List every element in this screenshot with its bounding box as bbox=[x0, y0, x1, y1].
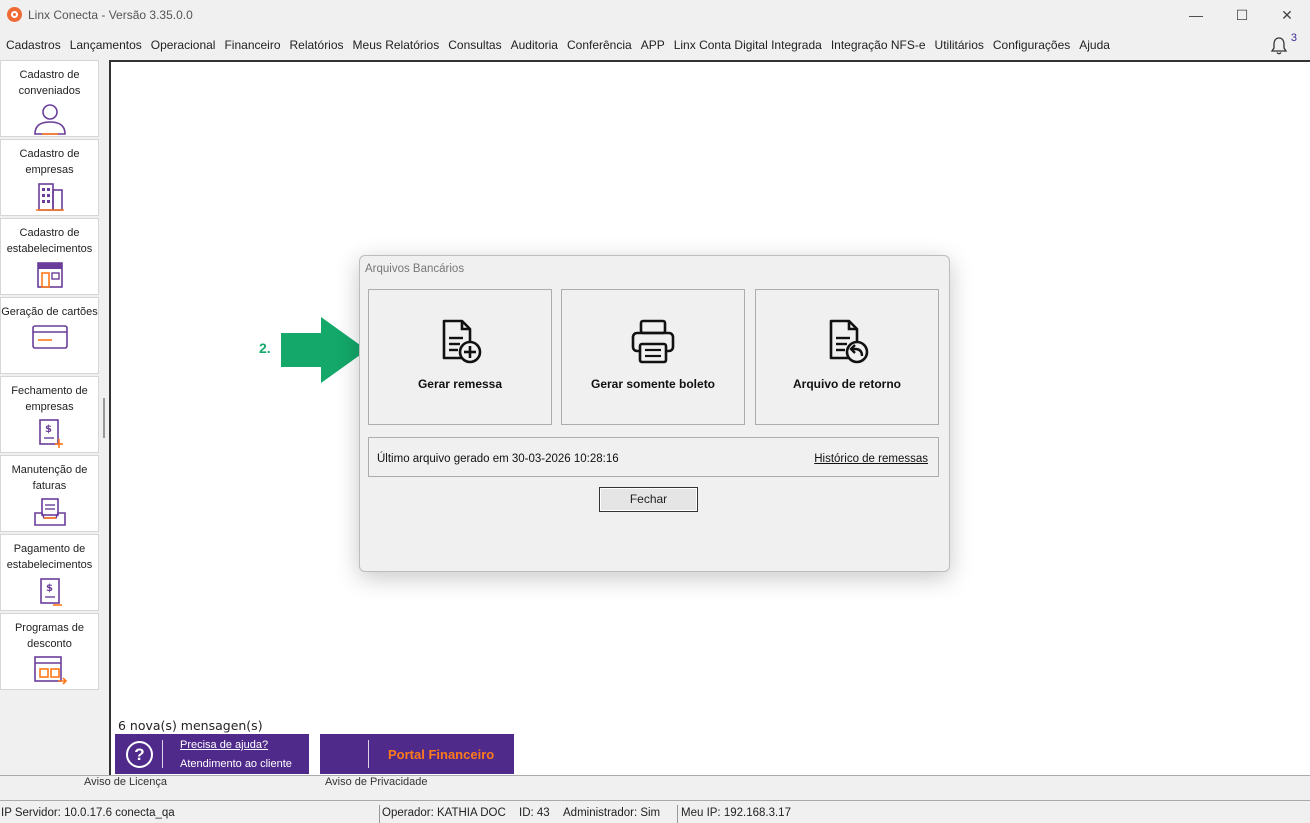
bank-files-dialog: Arquivos Bancários Gerar remessa Gerar s… bbox=[359, 255, 950, 572]
generate-boleto-only-button[interactable]: Gerar somente boleto bbox=[561, 289, 745, 425]
status-my-ip: Meu IP: 192.168.3.17 bbox=[681, 807, 791, 819]
close-dialog-button[interactable]: Fechar bbox=[599, 487, 698, 512]
status-bar: IP Servidor: 10.0.17.6 conecta_qa Operad… bbox=[0, 805, 1310, 823]
close-window-button[interactable]: ✕ bbox=[1264, 0, 1310, 30]
return-file-button[interactable]: Arquivo de retorno bbox=[755, 289, 939, 425]
sidebar-item-pagamento-estabelecimentos[interactable]: Pagamento de estabelecimentos $ bbox=[0, 534, 99, 611]
remittance-history-link[interactable]: Histórico de remessas bbox=[814, 453, 928, 465]
maximize-button[interactable]: ☐ bbox=[1219, 0, 1265, 30]
customer-service-text: Atendimento ao cliente bbox=[180, 758, 292, 770]
svg-text:$: $ bbox=[45, 424, 52, 435]
status-operator: Operador: KATHIA DOC bbox=[382, 807, 506, 819]
document-return-icon bbox=[829, 319, 869, 364]
generate-remittance-label: Gerar remessa bbox=[417, 377, 503, 391]
menu-bar: Cadastros Lançamentos Operacional Financ… bbox=[0, 34, 1310, 56]
sidebar-splitter-handle[interactable] bbox=[103, 398, 105, 438]
menu-integracao-nfse[interactable]: Integração NFS-e bbox=[831, 38, 926, 52]
payment-doc-icon: $ bbox=[39, 578, 62, 606]
sidebar-item-label: Pagamento de estabelecimentos bbox=[6, 543, 93, 571]
sidebar-item-label: Geração de cartões bbox=[1, 306, 98, 318]
dialog-title: Arquivos Bancários bbox=[365, 263, 465, 275]
sidebar-item-cadastro-empresas[interactable]: Cadastro de empresas bbox=[0, 139, 99, 216]
last-file-generated-text: Último arquivo gerado em 30-03-2026 10:2… bbox=[377, 453, 619, 465]
sidebar-item-programas-desconto[interactable]: Programas de desconto bbox=[0, 613, 99, 690]
sidebar: Cadastro de conveniados Cadastro de empr… bbox=[0, 60, 100, 692]
card-icon bbox=[31, 325, 68, 349]
portal-financeiro-button[interactable]: Portal Financeiro bbox=[320, 734, 514, 774]
menu-app[interactable]: APP bbox=[641, 38, 665, 52]
menu-cadastros[interactable]: Cadastros bbox=[6, 38, 61, 52]
menu-linx-conta-digital[interactable]: Linx Conta Digital Integrada bbox=[674, 38, 822, 52]
building-icon bbox=[35, 183, 64, 211]
invoice-add-icon: $ bbox=[38, 419, 63, 448]
annotation-step-number: 2. bbox=[259, 340, 271, 356]
notification-count: 3 bbox=[1290, 32, 1297, 44]
annotation-arrow-icon bbox=[281, 317, 367, 383]
window-title: Linx Conecta - Versão 3.35.0.0 bbox=[28, 8, 193, 22]
bell-icon[interactable] bbox=[1270, 36, 1288, 56]
document-add-icon bbox=[442, 319, 482, 364]
menu-auditoria[interactable]: Auditoria bbox=[511, 38, 558, 52]
question-icon: ? bbox=[126, 741, 153, 768]
menu-operacional[interactable]: Operacional bbox=[151, 38, 216, 52]
sidebar-item-geracao-cartoes[interactable]: Geração de cartões bbox=[0, 297, 99, 374]
storefront-icon bbox=[36, 262, 63, 288]
user-icon bbox=[33, 104, 66, 135]
app-logo-icon bbox=[7, 7, 22, 22]
menu-utilitarios[interactable]: Utilitários bbox=[935, 38, 984, 52]
new-messages-count[interactable]: 6 nova(s) mensagen(s) bbox=[118, 718, 263, 733]
inbox-tray-icon bbox=[33, 498, 66, 526]
menu-financeiro[interactable]: Financeiro bbox=[224, 38, 280, 52]
menu-consultas[interactable]: Consultas bbox=[448, 38, 501, 52]
sidebar-item-label: Cadastro de empresas bbox=[19, 148, 80, 176]
menu-conferencia[interactable]: Conferência bbox=[567, 38, 632, 52]
sidebar-item-label: Programas de desconto bbox=[14, 622, 85, 650]
status-server: IP Servidor: 10.0.17.6 conecta_qa bbox=[0, 805, 380, 823]
license-notice-link[interactable]: Aviso de Licença bbox=[84, 776, 167, 788]
portal-financeiro-label: Portal Financeiro bbox=[388, 747, 495, 762]
sidebar-item-label: Cadastro de conveniados bbox=[18, 69, 81, 97]
status-admin: Administrador: Sim bbox=[562, 805, 678, 823]
menu-relatorios[interactable]: Relatórios bbox=[290, 38, 344, 52]
sidebar-item-label: Manutenção de faturas bbox=[11, 464, 88, 492]
sidebar-item-manutencao-faturas[interactable]: Manutenção de faturas bbox=[0, 455, 99, 532]
generate-remittance-button[interactable]: Gerar remessa bbox=[368, 289, 552, 425]
portal-card-divider bbox=[368, 740, 369, 768]
menu-ajuda[interactable]: Ajuda bbox=[1079, 38, 1110, 52]
help-card-divider bbox=[162, 740, 163, 768]
minimize-button[interactable]: — bbox=[1173, 0, 1219, 30]
sidebar-item-cadastro-conveniados[interactable]: Cadastro de conveniados bbox=[0, 60, 99, 137]
discount-program-icon bbox=[33, 656, 67, 685]
status-id: ID: 43 bbox=[519, 807, 550, 819]
printer-icon bbox=[631, 319, 675, 364]
privacy-notice-link[interactable]: Aviso de Privacidade bbox=[325, 776, 428, 788]
bottom-notice-strip: Aviso de Licença Aviso de Privacidade bbox=[0, 775, 1310, 801]
menu-configuracoes[interactable]: Configurações bbox=[993, 38, 1070, 52]
menu-meus-relatorios[interactable]: Meus Relatórios bbox=[353, 38, 440, 52]
generate-boleto-only-label: Gerar somente boleto bbox=[590, 377, 716, 391]
svg-text:$: $ bbox=[46, 583, 53, 594]
last-file-info-box: Último arquivo gerado em 30-03-2026 10:2… bbox=[368, 437, 939, 477]
sidebar-item-label: Cadastro de estabelecimentos bbox=[6, 227, 93, 255]
menu-lancamentos[interactable]: Lançamentos bbox=[70, 38, 142, 52]
help-link[interactable]: Precisa de ajuda? bbox=[180, 739, 268, 751]
title-bar: Linx Conecta - Versão 3.35.0.0 — ☐ ✕ bbox=[0, 0, 1310, 30]
help-card[interactable]: ? Precisa de ajuda? Atendimento ao clien… bbox=[115, 734, 309, 774]
return-file-label: Arquivo de retorno bbox=[792, 377, 901, 391]
sidebar-item-label: Fechamento de empresas bbox=[11, 385, 88, 413]
sidebar-item-fechamento-empresas[interactable]: Fechamento de empresas $ bbox=[0, 376, 99, 453]
sidebar-item-cadastro-estabelecimentos[interactable]: Cadastro de estabelecimentos bbox=[0, 218, 99, 295]
